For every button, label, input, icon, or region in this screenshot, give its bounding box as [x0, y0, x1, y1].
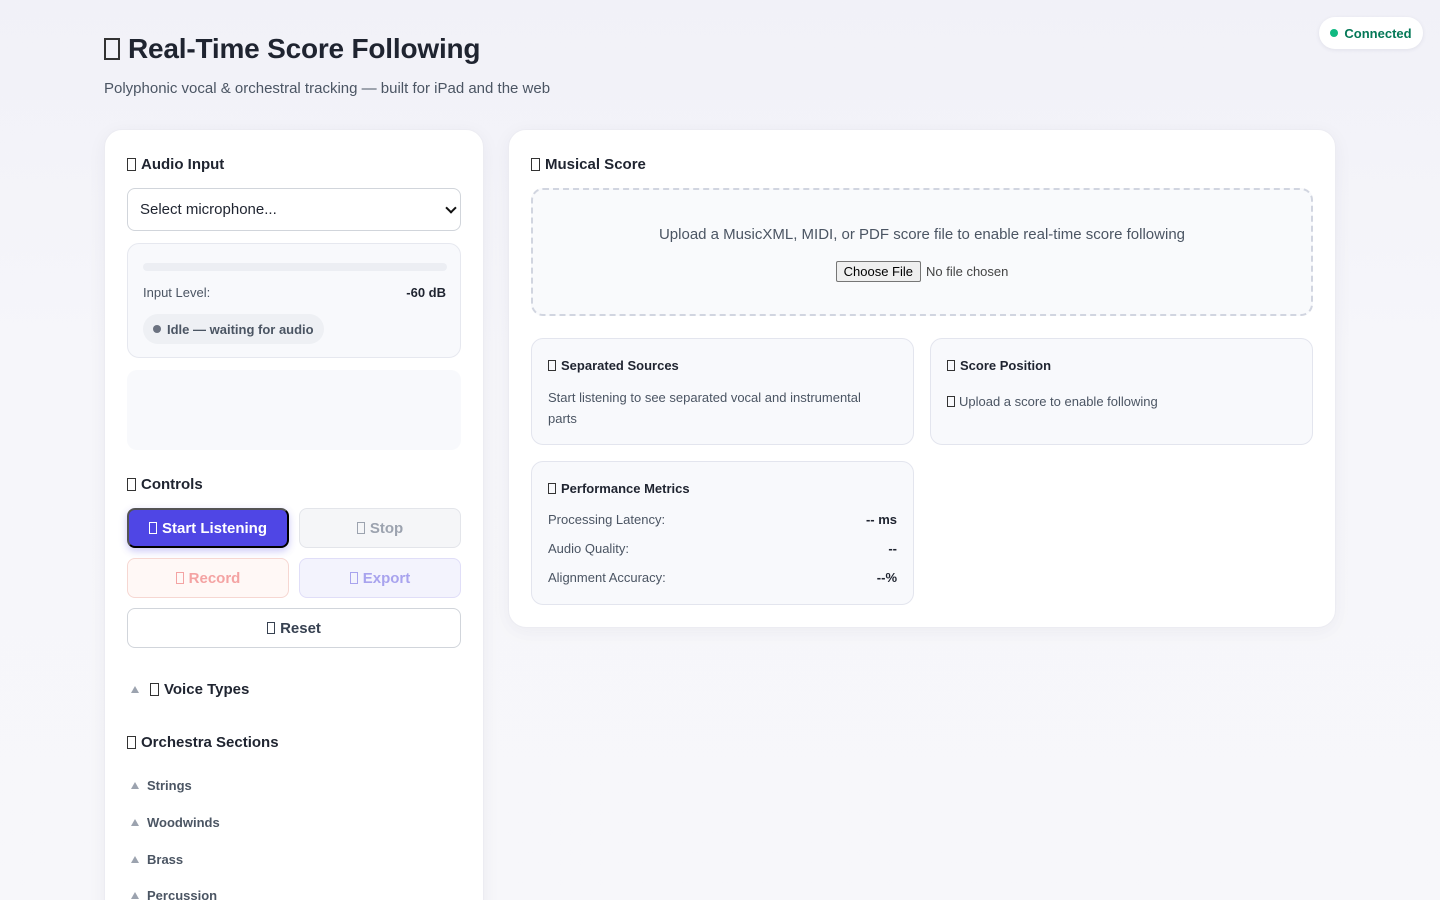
listening-state-label: Idle — waiting for audio: [167, 321, 314, 337]
export-label: Export: [362, 569, 411, 587]
waveform-icon: [548, 360, 556, 371]
reset-icon: [267, 622, 276, 634]
section-toggle-brass[interactable]: Brass: [131, 852, 183, 867]
page-title: Real-Time Score Following: [104, 33, 481, 65]
location-icon: [947, 360, 955, 371]
record-icon: [175, 572, 184, 584]
connection-status-badge: Connected: [1319, 17, 1423, 49]
separated-sources-card: Separated Sources Start listening to see…: [531, 338, 914, 445]
collapse-triangle-icon: [131, 856, 139, 863]
separated-sources-title-text: Separated Sources: [561, 358, 679, 373]
orchestra-heading-text: Orchestra Sections: [141, 734, 279, 751]
score-upload-dropzone[interactable]: Upload a MusicXML, MIDI, or PDF score fi…: [531, 188, 1313, 316]
separated-sources-body: Start listening to see separated vocal a…: [548, 390, 861, 426]
sliders-icon: [127, 478, 136, 491]
section-toggle-percussion[interactable]: Percussion: [131, 888, 217, 900]
score-position-title: Score Position: [947, 358, 1051, 373]
score-panel: Musical Score Upload a MusicXML, MIDI, o…: [508, 129, 1336, 628]
info-icon: [947, 396, 955, 407]
performance-metrics-card: Performance Metrics Processing Latency: …: [531, 461, 914, 605]
collapse-triangle-icon: [131, 819, 139, 826]
level-meter-track: [143, 263, 447, 271]
start-listening-label: Start Listening: [161, 519, 267, 537]
collapse-triangle-icon: [131, 892, 139, 899]
microphone-select[interactable]: Select microphone...: [127, 188, 461, 231]
audio-input-heading-text: Audio Input: [141, 156, 225, 173]
page-subtitle: Polyphonic vocal & orchestral tracking —…: [104, 80, 551, 97]
play-icon: [148, 522, 157, 534]
start-listening-button[interactable]: Start Listening: [127, 508, 289, 548]
orchestra-sections-heading: Orchestra Sections: [127, 734, 279, 751]
stop-label: Stop: [369, 519, 404, 537]
page-title-text: Real-Time Score Following: [128, 33, 481, 64]
input-level-meter: Input Level: -60 dB Idle — waiting for a…: [127, 243, 461, 358]
performance-metrics-title: Performance Metrics: [548, 481, 690, 496]
section-label: Percussion: [147, 888, 218, 900]
upload-prompt: Upload a MusicXML, MIDI, or PDF score fi…: [658, 226, 1186, 243]
alignment-accuracy-value: --%: [876, 570, 897, 585]
collapse-triangle-icon: [131, 686, 139, 693]
microphone-icon: [127, 158, 136, 171]
latency-value: -- ms: [865, 512, 897, 527]
score-position-title-text: Score Position: [960, 358, 1052, 373]
musical-score-heading: Musical Score: [531, 156, 646, 173]
choose-file-button[interactable]: Choose File: [835, 261, 921, 282]
state-dot-icon: [153, 325, 161, 333]
audio-quality-label: Audio Quality:: [548, 541, 629, 556]
audio-quality-value: --: [888, 541, 897, 556]
alignment-accuracy-label: Alignment Accuracy:: [548, 570, 666, 585]
musical-score-heading-text: Musical Score: [545, 156, 646, 173]
file-status: No file chosen: [925, 264, 1009, 279]
score-position-card: Score Position Upload a score to enable …: [930, 338, 1313, 445]
section-label: Woodwinds: [147, 815, 220, 830]
status-dot-icon: [1330, 29, 1339, 37]
chart-icon: [548, 483, 556, 494]
connection-status-label: Connected: [1344, 25, 1412, 41]
separated-sources-title: Separated Sources: [548, 358, 679, 373]
score-position-body: Upload a score to enable following: [947, 391, 1287, 412]
reset-label: Reset: [280, 619, 321, 637]
music-note-icon: [104, 38, 120, 60]
record-button[interactable]: Record: [127, 558, 289, 598]
orchestra-icon: [127, 736, 136, 749]
controls-heading: Controls: [127, 476, 203, 493]
voice-icon: [150, 683, 159, 696]
waveform-visualizer: [127, 370, 461, 450]
section-toggle-woodwinds[interactable]: Woodwinds: [131, 815, 220, 830]
record-label: Record: [188, 569, 241, 587]
stop-button[interactable]: Stop: [299, 508, 461, 548]
control-panel: Audio Input Select microphone... Input L…: [104, 129, 484, 900]
stop-icon: [356, 522, 365, 534]
export-button[interactable]: Export: [299, 558, 461, 598]
collapse-triangle-icon: [131, 782, 139, 789]
listening-state-badge: Idle — waiting for audio: [143, 314, 324, 344]
reset-button[interactable]: Reset: [127, 608, 461, 648]
input-level-value: -60 dB: [406, 285, 446, 300]
sheet-music-icon: [531, 158, 540, 171]
section-label: Strings: [147, 778, 192, 793]
file-input[interactable]: Choose File No file chosen: [533, 261, 1311, 282]
voice-types-heading-text: Voice Types: [164, 681, 250, 698]
export-icon: [349, 572, 358, 584]
latency-label: Processing Latency:: [548, 512, 666, 527]
microphone-select-value: Select microphone...: [140, 201, 277, 218]
section-label: Brass: [147, 852, 184, 867]
audio-input-heading: Audio Input: [127, 156, 224, 173]
input-level-label: Input Level:: [143, 285, 211, 300]
performance-metrics-title-text: Performance Metrics: [561, 481, 690, 496]
section-toggle-strings[interactable]: Strings: [131, 778, 192, 793]
voice-types-toggle[interactable]: Voice Types: [131, 681, 249, 698]
score-position-body-text: Upload a score to enable following: [959, 394, 1158, 409]
controls-heading-text: Controls: [141, 476, 203, 493]
